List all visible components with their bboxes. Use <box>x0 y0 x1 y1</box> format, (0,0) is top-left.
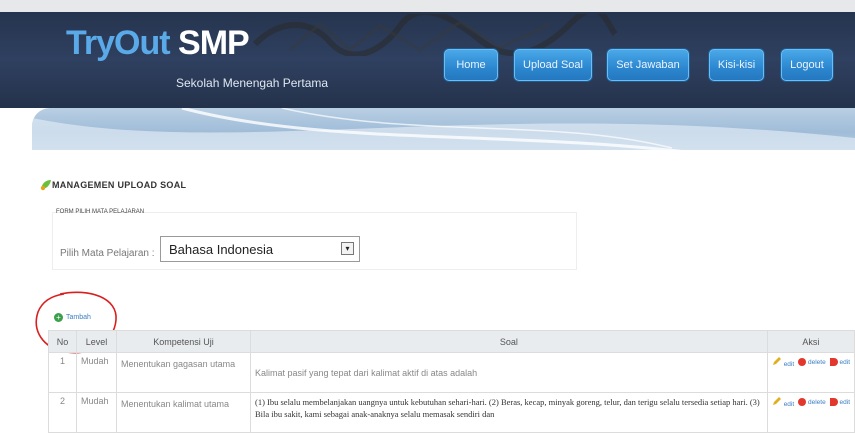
exit-action-label: edit <box>839 398 850 406</box>
cell-no: 1 <box>48 352 77 393</box>
cell-soal: (1) Ibu selalu membelanjakan uangnya unt… <box>250 392 768 433</box>
delete-action[interactable]: delete <box>796 358 826 366</box>
col-header-soal: Soal <box>250 330 768 353</box>
edit-action[interactable]: edit <box>772 356 794 368</box>
nav-set-jawaban-button[interactable]: Set Jawaban <box>607 49 689 81</box>
question-table: No Level Kompetensi Uji Soal Aksi 1 Muda… <box>48 330 855 433</box>
cell-kompetensi: Menentukan kalimat utama <box>116 392 251 433</box>
cell-actions: edit delete edit <box>766 392 855 433</box>
table-header-row: No Level Kompetensi Uji Soal Aksi <box>48 330 855 353</box>
upload-leaf-icon <box>40 180 51 191</box>
form-caption: FORM PILIH MATA PELAJARAN <box>56 209 145 215</box>
delete-action[interactable]: delete <box>796 398 826 406</box>
col-header-level: Level <box>76 330 117 353</box>
exit-action[interactable]: edit <box>828 398 850 406</box>
main-content: MANAGEMEN UPLOAD SOAL FORM PILIH MATA PE… <box>32 150 855 444</box>
tagline: Sekolah Menengah Pertama <box>176 76 329 90</box>
section-title: MANAGEMEN UPLOAD SOAL <box>52 180 187 190</box>
pencil-icon <box>772 397 781 405</box>
pencil-icon <box>772 357 781 365</box>
cell-soal: Kalimat pasif yang tepat dari kalimat ak… <box>250 352 768 393</box>
exit-icon <box>829 358 838 366</box>
exit-icon <box>829 398 838 406</box>
nav-kisi-kisi-button[interactable]: Kisi-kisi <box>709 49 764 81</box>
brand-accent: SMP <box>178 24 250 62</box>
delete-icon <box>797 398 806 406</box>
edit-action[interactable]: edit <box>772 396 794 408</box>
delete-action-label: delete <box>807 358 826 366</box>
subject-select-label: Pilih Mata Pelajaran : <box>60 248 155 259</box>
subject-select-value: Bahasa Indonesia <box>169 241 274 257</box>
cell-kompetensi: Menentukan gagasan utama <box>116 352 251 393</box>
site-header: TryOut SMP Sekolah Menengah Pertama Home… <box>0 0 855 108</box>
brand-main: TryOut <box>66 24 171 62</box>
col-header-aksi: Aksi <box>766 330 855 353</box>
brand-logo[interactable]: TryOut SMP <box>66 24 250 63</box>
top-strip <box>0 0 855 12</box>
nav-upload-soal-button[interactable]: Upload Soal <box>514 49 592 81</box>
subject-select[interactable]: Bahasa Indonesia ▾ <box>160 236 360 262</box>
edit-action-label: edit <box>783 360 795 368</box>
exit-action-label: edit <box>839 358 850 366</box>
delete-action-label: delete <box>807 398 826 406</box>
cell-no: 2 <box>48 392 77 433</box>
edit-action-label: edit <box>783 400 795 408</box>
delete-icon <box>797 358 806 366</box>
col-header-kompetensi: Kompetensi Uji <box>116 330 251 353</box>
chevron-down-icon[interactable]: ▾ <box>341 242 354 255</box>
cell-level: Mudah <box>76 392 117 433</box>
col-header-no: No <box>48 330 77 353</box>
exit-action[interactable]: edit <box>828 358 850 366</box>
nav-logout-button[interactable]: Logout <box>781 49 833 81</box>
nav-home-button[interactable]: Home <box>444 49 498 81</box>
table-row: 2 Mudah Menentukan kalimat utama (1) Ibu… <box>48 392 855 433</box>
cell-level: Mudah <box>76 352 117 393</box>
table-row: 1 Mudah Menentukan gagasan utama Kalimat… <box>48 352 855 393</box>
cell-actions: edit delete edit <box>766 352 855 393</box>
